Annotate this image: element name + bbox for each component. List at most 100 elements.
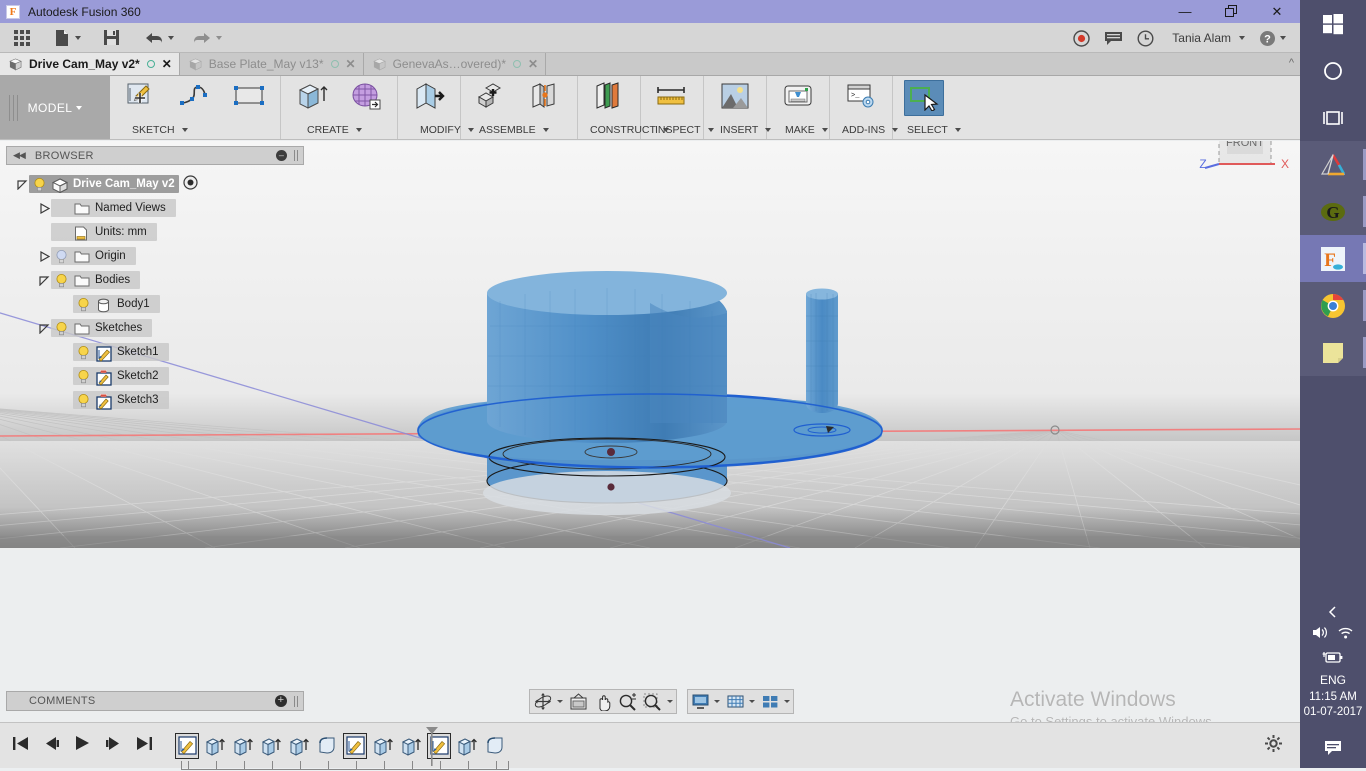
visibility-on-icon[interactable] — [77, 369, 90, 383]
help-icon[interactable]: ? — [1253, 23, 1292, 53]
activate-component-icon[interactable] — [183, 175, 198, 193]
autodesk-app-button[interactable] — [1300, 141, 1366, 188]
go-to-end-button[interactable] — [136, 736, 153, 756]
minimize-button[interactable]: — — [1162, 0, 1208, 23]
tree-expand-down-icon[interactable] — [38, 275, 51, 286]
task-view-button[interactable] — [1300, 94, 1366, 141]
visibility-on-icon[interactable] — [55, 273, 68, 287]
browser-resize-grip[interactable] — [294, 150, 298, 161]
display-settings-button[interactable] — [688, 690, 723, 713]
redo-icon[interactable] — [186, 23, 228, 53]
visibility-on-icon[interactable] — [55, 321, 68, 335]
add-comment-icon[interactable]: + — [275, 695, 287, 707]
browser-tree-item[interactable]: Drive Cam_May v2 — [6, 172, 304, 196]
go-to-beginning-button[interactable] — [12, 736, 29, 756]
browser-tree-item[interactable]: Origin — [6, 244, 304, 268]
tree-expand-down-icon[interactable] — [38, 323, 51, 334]
app-grid-icon[interactable] — [0, 23, 36, 53]
press-pull-button[interactable]: MODIFY — [402, 76, 456, 138]
g-app-button[interactable]: G — [1300, 188, 1366, 235]
save-icon[interactable] — [97, 23, 126, 53]
document-tab-close-icon[interactable]: ✕ — [162, 57, 172, 71]
document-tab-close-icon[interactable]: ✕ — [528, 57, 538, 71]
visibility-on-icon[interactable] — [77, 297, 90, 311]
browser-tree-item[interactable]: Named Views — [6, 196, 304, 220]
timeline-feature-extrude[interactable] — [287, 733, 311, 759]
tree-expand-right-icon[interactable] — [38, 203, 51, 214]
visibility-off-icon[interactable] — [55, 249, 68, 263]
browser-tree-item[interactable]: Bodies — [6, 268, 304, 292]
fusion-360-app-button[interactable]: F — [1300, 235, 1366, 282]
action-center-button[interactable] — [1300, 728, 1366, 768]
scripts-addins-button[interactable]: >_ ADD-INS — [834, 76, 888, 138]
rectangle-button[interactable] — [222, 76, 276, 138]
play-button[interactable] — [74, 735, 91, 756]
timeline-feature-extrude[interactable] — [231, 733, 255, 759]
zoom-button[interactable] — [615, 690, 640, 713]
extrude-button[interactable]: CREATE — [285, 76, 339, 138]
timeline-feature-fillet[interactable] — [483, 733, 507, 759]
spline-button[interactable] — [168, 76, 222, 138]
document-tab-drive-cam[interactable]: Drive Cam_May v2* ✕ — [0, 53, 180, 75]
step-back-button[interactable] — [43, 736, 60, 756]
step-forward-button[interactable] — [105, 736, 122, 756]
document-tab-base-plate[interactable]: Base Plate_May v13* ✕ — [180, 53, 364, 75]
offset-plane-button[interactable]: CONSTRUCT — [582, 76, 636, 138]
timeline-feature-extrude[interactable] — [259, 733, 283, 759]
browser-tree-item[interactable]: Sketch2 — [6, 364, 304, 388]
measure-button[interactable]: INSPECT — [645, 76, 699, 138]
create-form-button[interactable] — [339, 76, 393, 138]
joint-button[interactable] — [519, 76, 573, 138]
select-button[interactable]: SELECT — [897, 76, 951, 138]
chrome-app-button[interactable] — [1300, 282, 1366, 329]
collapse-ribbon-icon[interactable]: ^ — [1289, 57, 1294, 69]
tree-expand-right-icon[interactable] — [38, 251, 51, 262]
visibility-on-icon[interactable] — [77, 345, 90, 359]
visibility-on-icon[interactable] — [77, 393, 90, 407]
clock[interactable]: 11:15 AM 01-07-2017 — [1304, 690, 1363, 720]
undo-icon[interactable] — [138, 23, 180, 53]
orbit-button[interactable] — [530, 690, 566, 713]
timeline-feature-fillet[interactable] — [315, 733, 339, 759]
timeline-feature-sketch[interactable] — [175, 733, 199, 759]
tree-expand-down-icon[interactable] — [16, 179, 29, 190]
grid-snaps-button[interactable] — [723, 690, 758, 713]
insert-image-button[interactable]: INSERT — [708, 76, 762, 138]
browser-tree-item[interactable]: Units: mm — [6, 220, 304, 244]
pan-button[interactable] — [591, 690, 615, 713]
view-cube[interactable]: FRONT Y X Z — [1197, 141, 1297, 184]
browser-tree-item[interactable]: Sketch3 — [6, 388, 304, 412]
browser-tree-item[interactable]: Body1 — [6, 292, 304, 316]
workspace-switcher[interactable]: MODEL — [0, 76, 110, 139]
timeline-feature-extrude[interactable] — [203, 733, 227, 759]
3d-print-button[interactable]: MAKE — [771, 76, 825, 138]
browser-tree-item[interactable]: Sketches — [6, 316, 304, 340]
timeline-settings-button[interactable] — [1265, 735, 1282, 757]
new-component-button[interactable]: ASSEMBLE — [465, 76, 519, 138]
comments-resize-grip[interactable] — [294, 696, 298, 707]
browser-minimize-icon[interactable]: – — [276, 150, 287, 161]
comment-icon[interactable] — [1098, 23, 1129, 53]
cortana-button[interactable] — [1300, 47, 1366, 94]
user-menu[interactable]: Tania Alam — [1162, 23, 1251, 53]
input-language[interactable]: ENG — [1320, 673, 1346, 687]
clock-icon[interactable] — [1131, 23, 1160, 53]
record-icon[interactable] — [1067, 23, 1096, 53]
visibility-on-icon[interactable] — [33, 177, 46, 191]
browser-tree-item[interactable]: Sketch1 — [6, 340, 304, 364]
start-button[interactable] — [1300, 0, 1366, 47]
comments-panel-header[interactable]: COMMENTS + — [6, 691, 304, 711]
timeline-feature-extrude[interactable] — [455, 733, 479, 759]
browser-collapse-icon[interactable]: ◀◀ — [13, 150, 25, 161]
volume-icon[interactable] — [1312, 625, 1329, 645]
timeline-feature-sketch[interactable] — [343, 733, 367, 759]
show-hidden-icons-button[interactable] — [1326, 605, 1340, 619]
viewports-button[interactable] — [758, 690, 793, 713]
document-tab-close-icon[interactable]: ✕ — [346, 57, 356, 71]
document-tab-geneva[interactable]: GenevaAs…overed)* ✕ — [364, 53, 546, 75]
create-sketch-button[interactable]: SKETCH — [114, 76, 168, 138]
timeline-end-marker[interactable] — [425, 726, 439, 766]
fit-button[interactable] — [640, 690, 676, 713]
restore-button[interactable] — [1208, 0, 1254, 23]
new-document-icon[interactable] — [48, 23, 87, 53]
